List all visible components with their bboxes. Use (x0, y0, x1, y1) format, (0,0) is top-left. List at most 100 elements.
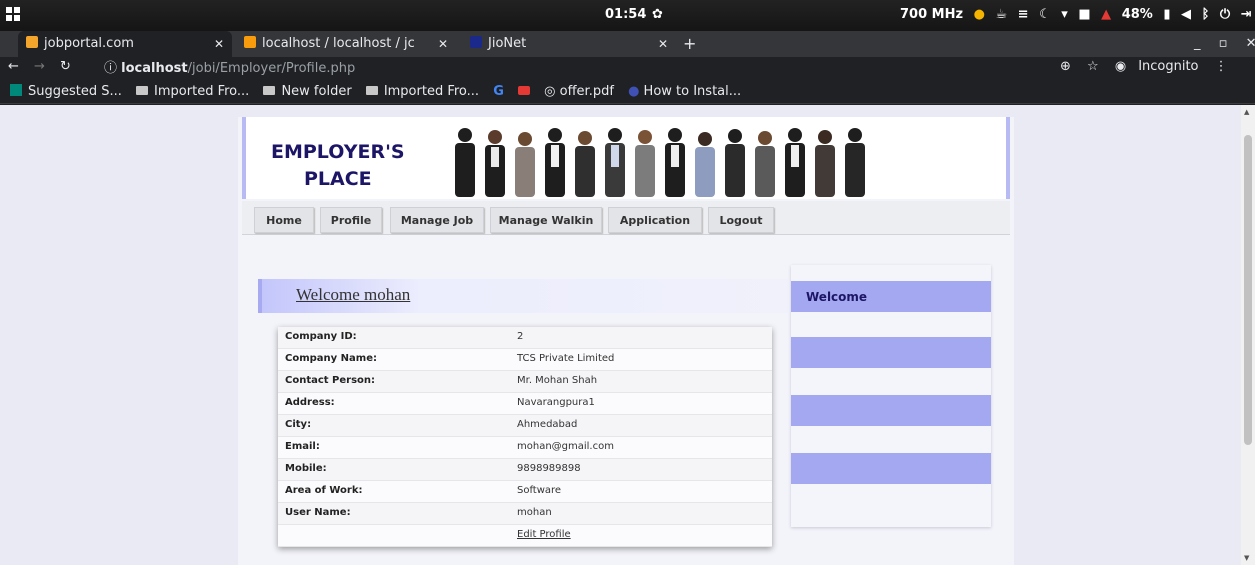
url-path: /jobi/Employer/Profile.php (187, 61, 356, 76)
field-value: Navarangpura1 (517, 397, 595, 408)
power-icon[interactable]: ⏻ (1220, 7, 1230, 22)
new-tab-button[interactable]: + (683, 31, 696, 57)
bookmark-google[interactable]: G (493, 80, 504, 104)
field-label: Company ID: (285, 331, 357, 342)
bookmark-label: How to Instal... (643, 84, 742, 99)
sidebar-item[interactable] (791, 453, 991, 484)
folder-icon (365, 86, 378, 95)
main-nav: Home Profile Manage Job Manage Walkin Ap… (242, 201, 1010, 235)
field-label: User Name: (285, 507, 351, 518)
employer-page: EMPLOYER'S PLACE Home Profile Manage Job… (238, 117, 1014, 565)
scroll-down-icon[interactable]: ▼ (1244, 554, 1249, 562)
nav-manage-job[interactable]: Manage Job (390, 207, 484, 233)
restore-icon[interactable]: ▫ (1219, 36, 1228, 51)
welcome-heading[interactable]: Welcome mohan (296, 285, 410, 305)
system-clock[interactable]: 01:54 (605, 7, 646, 22)
field-value: Mr. Mohan Shah (517, 375, 598, 386)
table-row: Company ID: 2 (278, 327, 772, 349)
tab-localhost[interactable]: localhost / localhost / jc ✕ (236, 31, 456, 57)
nav-manage-walkin[interactable]: Manage Walkin (490, 207, 602, 233)
field-label: Area of Work: (285, 485, 363, 496)
battery-level: 48% (1121, 7, 1153, 22)
close-window-icon[interactable]: ✕ (1246, 36, 1255, 51)
forward-icon[interactable]: → (34, 59, 45, 74)
bing-icon (10, 84, 22, 96)
tab-jobportal[interactable]: jobportal.com ✕ (18, 31, 232, 57)
wifi-icon[interactable]: ▾ (1061, 7, 1068, 22)
bluetooth-icon[interactable]: ᛒ (1202, 7, 1210, 22)
battery-icon: ▮ (1163, 7, 1171, 22)
notification-bell-icon[interactable]: ▲ (1101, 7, 1111, 22)
logout-icon[interactable]: ⇥ (1241, 7, 1252, 22)
url-host: localhost (121, 61, 188, 76)
bookmark-imported-folder-1[interactable]: Imported Fro... (136, 80, 249, 104)
table-row: Address: Navarangpura1 (278, 393, 772, 415)
site-info-icon[interactable]: ⓘ (104, 61, 117, 76)
table-row: Mobile: 9898989898 (278, 459, 772, 481)
sidebar-item[interactable] (791, 395, 991, 426)
minimize-icon[interactable]: _ (1194, 36, 1201, 51)
reload-icon[interactable]: ↻ (60, 59, 71, 74)
bookmarks-bar: Suggested S... Imported Fro... New folde… (0, 80, 1255, 104)
jobportal-favicon-icon (26, 36, 38, 48)
phpmyadmin-favicon-icon (244, 36, 256, 48)
bookmark-star-icon[interactable]: ☆ (1087, 59, 1099, 74)
business-people-image (455, 128, 865, 197)
nav-profile[interactable]: Profile (320, 207, 382, 233)
coffee-icon[interactable]: ☕ (995, 7, 1007, 22)
edit-profile-link[interactable]: Edit Profile (517, 529, 571, 540)
tab-jionet[interactable]: JioNet ✕ (462, 31, 676, 57)
tab-title: localhost / localhost / jc (262, 36, 415, 51)
sidebar-item[interactable] (791, 337, 991, 368)
browser-menu-icon[interactable]: ⋮ (1215, 59, 1228, 74)
nav-home[interactable]: Home (254, 207, 314, 233)
clock-settings-icon[interactable]: ✿ (652, 7, 663, 22)
table-row: Contact Person: Mr. Mohan Shah (278, 371, 772, 393)
field-label: Mobile: (285, 463, 327, 474)
folder-icon (263, 86, 276, 95)
bookmark-new-folder[interactable]: New folder (263, 80, 352, 104)
bookmark-offer-pdf[interactable]: ◎ offer.pdf (544, 80, 614, 104)
google-icon: G (493, 84, 504, 99)
system-tray: 700 MHz ● ☕ ≡ ☾ ▾ ■ ▲ 48% ▮ ◀ ᛒ ⏻ ⇥ (900, 7, 1255, 22)
app-grid-icon[interactable] (6, 7, 20, 21)
bookmark-label: Suggested S... (28, 84, 122, 99)
table-row: Edit Profile (278, 525, 772, 547)
bookmark-suggested-sites[interactable]: Suggested S... (10, 80, 122, 104)
close-tab-icon[interactable]: ✕ (214, 31, 224, 57)
incognito-label[interactable]: Incognito (1138, 59, 1198, 74)
volume-icon[interactable]: ◀ (1181, 7, 1191, 22)
scroll-up-icon[interactable]: ▲ (1244, 108, 1249, 116)
field-label: Company Name: (285, 353, 377, 364)
bookmark-how-to-install[interactable]: ● How to Instal... (628, 80, 741, 104)
nav-logout[interactable]: Logout (708, 207, 774, 233)
bookmark-youtube[interactable] (518, 80, 531, 104)
page-viewport[interactable]: EMPLOYER'S PLACE Home Profile Manage Job… (0, 105, 1255, 565)
table-row: City: Ahmedabad (278, 415, 772, 437)
site-logo-line1: EMPLOYER'S (271, 141, 405, 163)
scrollbar-thumb[interactable] (1244, 135, 1252, 445)
bookmark-imported-folder-2[interactable]: Imported Fro... (365, 80, 479, 104)
folder-icon[interactable]: ■ (1078, 7, 1090, 22)
incognito-icon[interactable]: ◉ (1115, 59, 1126, 74)
vertical-scrollbar[interactable]: ▲ ▼ (1241, 105, 1255, 565)
night-light-icon[interactable]: ☾ (1039, 7, 1051, 22)
chrome-icon[interactable]: ● (974, 7, 985, 22)
address-bar-row: ← → ↻ ⓘ localhost/jobi/Employer/Profile.… (0, 57, 1255, 80)
menu-icon[interactable]: ≡ (1018, 7, 1029, 22)
close-tab-icon[interactable]: ✕ (658, 31, 668, 57)
bookmark-label: New folder (281, 84, 352, 99)
nav-application[interactable]: Application (608, 207, 702, 233)
table-row: User Name: mohan (278, 503, 772, 525)
site-header: EMPLOYER'S PLACE (242, 117, 1010, 199)
field-value: TCS Private Limited (517, 353, 615, 364)
youtube-icon (518, 86, 531, 95)
cpu-frequency: 700 MHz (900, 7, 964, 22)
close-tab-icon[interactable]: ✕ (438, 31, 448, 57)
zoom-icon[interactable]: ⊕ (1060, 59, 1071, 74)
folder-icon (136, 86, 149, 95)
field-value: Software (517, 485, 562, 496)
back-icon[interactable]: ← (8, 59, 19, 74)
url-input[interactable]: ⓘ localhost/jobi/Employer/Profile.php (104, 58, 1104, 79)
sidebar-item-welcome[interactable]: Welcome (791, 281, 991, 312)
